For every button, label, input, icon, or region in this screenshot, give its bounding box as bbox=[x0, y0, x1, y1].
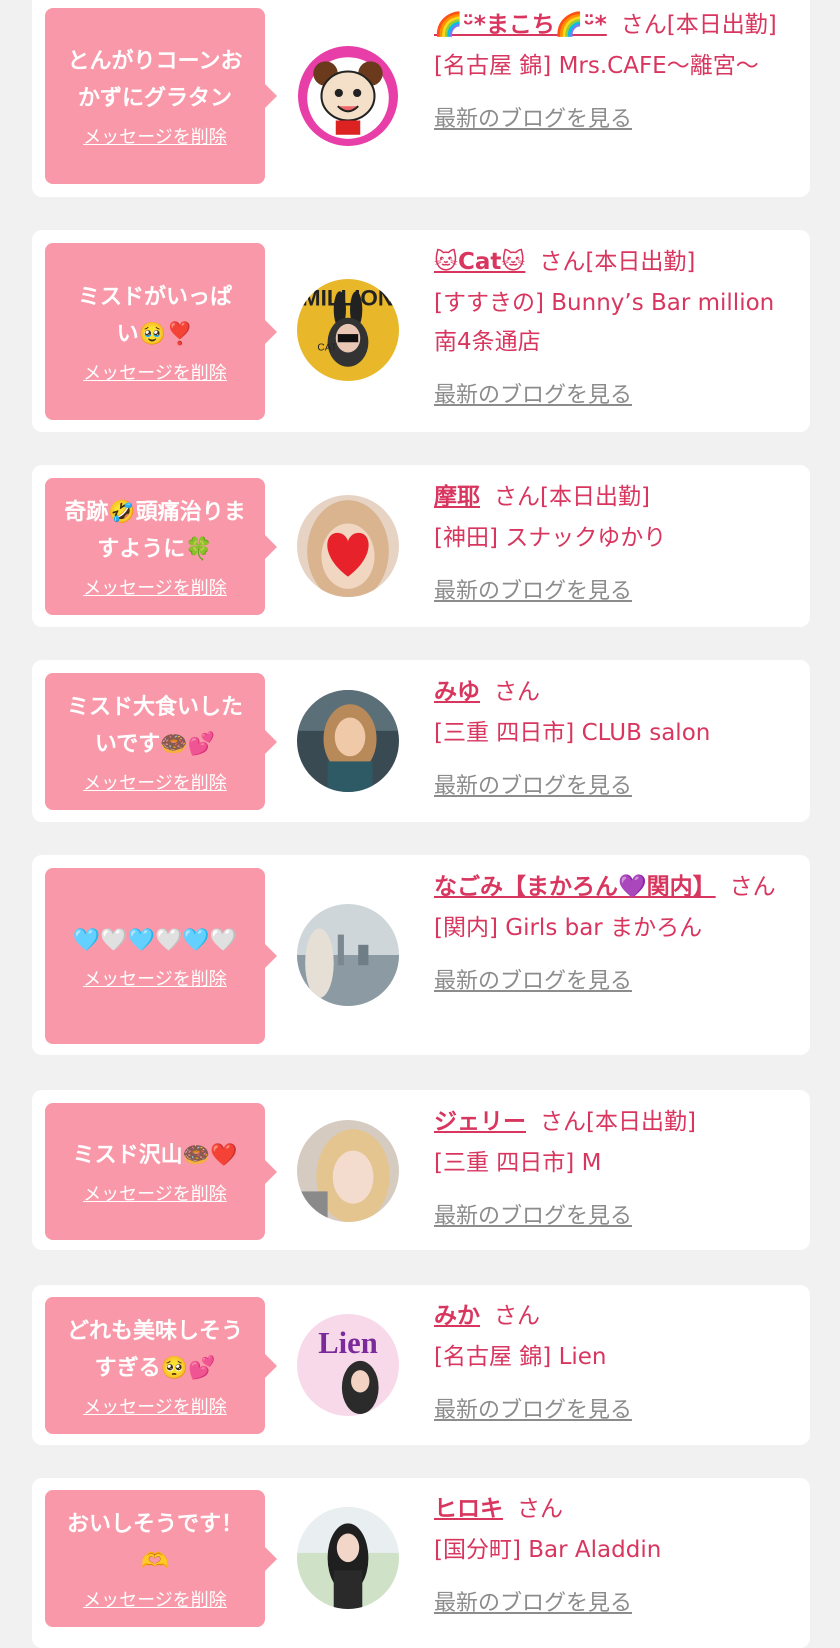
message-card: どれも美味しそうすぎる🥺💕 メッセージを削除 Lien みか さん [名古屋 錦]… bbox=[32, 1285, 810, 1445]
cast-name-link[interactable]: 🌈ᵕ̈*まこち🌈ᵕ̈* bbox=[434, 12, 607, 38]
shop-name: [国分町] Bar Aladdin bbox=[434, 1537, 662, 1563]
message-bubble: おいしそうです！🫶 メッセージを削除 bbox=[45, 1490, 277, 1627]
cast-name-link[interactable]: みゆ bbox=[434, 679, 480, 705]
cast-info: ヒロキ さん [国分町] Bar Aladdin 最新のブログを見る bbox=[434, 1490, 784, 1623]
message-card: ミスドがいっぱい🥹❣️ メッセージを削除 MILLION CAT 🐱Cat🐱 さん[… bbox=[32, 230, 810, 432]
cast-suffix: さん[本日出勤] bbox=[540, 1109, 696, 1135]
svg-text:CAT: CAT bbox=[317, 342, 337, 353]
delete-message-link[interactable]: メッセージを削除 bbox=[83, 769, 227, 795]
cast-name-link[interactable]: なごみ【まかろん💜関内】 bbox=[434, 874, 716, 900]
cast-name-link[interactable]: 摩耶 bbox=[434, 484, 480, 510]
cast-suffix: さん[本日出勤] bbox=[539, 249, 696, 275]
message-bubble: どれも美味しそうすぎる🥺💕 メッセージを削除 bbox=[45, 1297, 277, 1434]
bunny-magazine-avatar[interactable]: MILLION CAT bbox=[297, 279, 399, 381]
shop-name: [名古屋 錦] Mrs.CAFE〜離宮〜 bbox=[434, 53, 759, 79]
svg-text:Lien: Lien bbox=[318, 1326, 377, 1360]
city-view-avatar[interactable] bbox=[297, 904, 399, 1006]
latest-blog-link[interactable]: 最新のブログを見る bbox=[434, 100, 632, 139]
cast-info: 摩耶 さん[本日出勤] [神田] スナックゆかり 最新のブログを見る bbox=[434, 478, 784, 611]
delete-message-link[interactable]: メッセージを削除 bbox=[83, 965, 227, 991]
latest-blog-link[interactable]: 最新のブログを見る bbox=[434, 962, 632, 1001]
delete-message-link[interactable]: メッセージを削除 bbox=[83, 1180, 227, 1206]
shop-name: [三重 四日市] CLUB salon bbox=[434, 720, 711, 746]
cast-suffix: さん bbox=[494, 1303, 540, 1329]
message-text: 奇跡🤣頭痛治りますように🍀 bbox=[64, 499, 246, 562]
heart-face-avatar[interactable] bbox=[297, 495, 399, 597]
message-card: ミスド大食いしたいです🍩💕 メッセージを削除 みゆ さん [三重 四日市] CLU… bbox=[32, 660, 810, 822]
message-bubble: 奇跡🤣頭痛治りますように🍀 メッセージを削除 bbox=[45, 478, 277, 615]
cast-info: ジェリー さん[本日出勤] [三重 四日市] M 最新のブログを見る bbox=[434, 1103, 784, 1236]
message-text: どれも美味しそうすぎる🥺💕 bbox=[66, 1318, 243, 1381]
message-card: とんがりコーンおかずにグラタン メッセージを削除 🌈ᵕ̈*まこち🌈ᵕ̈* さん[本… bbox=[32, 0, 810, 197]
latest-blog-link[interactable]: 最新のブログを見る bbox=[434, 767, 632, 806]
message-card: ミスド沢山🍩❤️ メッセージを削除 ジェリー さん[本日出勤] [三重 四日市] … bbox=[32, 1090, 810, 1250]
message-card: 奇跡🤣頭痛治りますように🍀 メッセージを削除 摩耶 さん[本日出勤] [神田] ス… bbox=[32, 465, 810, 627]
cast-info: みか さん [名古屋 錦] Lien 最新のブログを見る bbox=[434, 1297, 784, 1430]
message-bubble: ミスド大食いしたいです🍩💕 メッセージを削除 bbox=[45, 673, 277, 810]
woman-outdoor-avatar[interactable] bbox=[297, 1507, 399, 1609]
cast-suffix: さん[本日出勤] bbox=[494, 484, 650, 510]
cast-suffix: さん bbox=[494, 679, 540, 705]
message-text: おいしそうです！🫶 bbox=[66, 1511, 243, 1574]
delete-message-link[interactable]: メッセージを削除 bbox=[83, 1586, 227, 1612]
cast-info: 🐱Cat🐱 さん[本日出勤] [すすきの] Bunny’s Bar million… bbox=[434, 243, 784, 415]
message-card: おいしそうです！🫶 メッセージを削除 ヒロキ さん [国分町] Bar Aladd… bbox=[32, 1478, 810, 1648]
message-card: 🩵🤍🩵🤍🩵🤍 メッセージを削除 なごみ【まかろん💜関内】 さん [関内] Girl… bbox=[32, 855, 810, 1055]
svg-text:MILLION: MILLION bbox=[302, 286, 394, 311]
delete-message-link[interactable]: メッセージを削除 bbox=[83, 359, 227, 385]
latest-blog-link[interactable]: 最新のブログを見る bbox=[434, 1391, 632, 1430]
cast-name-link[interactable]: ジェリー bbox=[434, 1109, 526, 1135]
shop-name: [関内] Girls bar まかろん bbox=[434, 915, 703, 941]
latest-blog-link[interactable]: 最新のブログを見る bbox=[434, 1584, 632, 1623]
shop-name: [神田] スナックゆかり bbox=[434, 525, 667, 551]
latest-blog-link[interactable]: 最新のブログを見る bbox=[434, 376, 632, 415]
cast-suffix: さん[本日出勤] bbox=[620, 12, 777, 38]
cast-name-link[interactable]: ヒロキ bbox=[434, 1496, 503, 1522]
cast-name-link[interactable]: みか bbox=[434, 1303, 480, 1329]
delete-message-link[interactable]: メッセージを削除 bbox=[83, 574, 227, 600]
delete-message-link[interactable]: メッセージを削除 bbox=[83, 1393, 227, 1419]
shop-name: [すすきの] Bunny’s Bar million 南4条通店 bbox=[434, 290, 775, 355]
message-text: ミスド大食いしたいです🍩💕 bbox=[66, 694, 243, 757]
cartoon-girl-avatar[interactable] bbox=[297, 45, 399, 147]
message-text: ミスドがいっぱい🥹❣️ bbox=[77, 284, 232, 347]
cast-suffix: さん bbox=[729, 874, 776, 900]
cast-info: 🌈ᵕ̈*まこち🌈ᵕ̈* さん[本日出勤] [名古屋 錦] Mrs.CAFE〜離宮〜… bbox=[434, 6, 784, 139]
cast-info: みゆ さん [三重 四日市] CLUB salon 最新のブログを見る bbox=[434, 673, 784, 806]
cast-info: なごみ【まかろん💜関内】 さん [関内] Girls bar まかろん 最新のブロ… bbox=[434, 868, 784, 1001]
latest-blog-link[interactable]: 最新のブログを見る bbox=[434, 1197, 632, 1236]
message-bubble: 🩵🤍🩵🤍🩵🤍 メッセージを削除 bbox=[45, 868, 277, 1044]
message-text: ミスド沢山🍩❤️ bbox=[72, 1143, 238, 1168]
message-bubble: ミスド沢山🍩❤️ メッセージを削除 bbox=[45, 1103, 277, 1240]
message-text: 🩵🤍🩵🤍🩵🤍 bbox=[72, 927, 238, 953]
message-bubble: とんがりコーンおかずにグラタン メッセージを削除 bbox=[45, 8, 277, 184]
message-bubble: ミスドがいっぱい🥹❣️ メッセージを削除 bbox=[45, 243, 277, 420]
message-text: とんがりコーンおかずにグラタン bbox=[67, 49, 243, 111]
shop-name: [名古屋 錦] Lien bbox=[434, 1344, 607, 1370]
latest-blog-link[interactable]: 最新のブログを見る bbox=[434, 572, 632, 611]
cast-name-link[interactable]: 🐱Cat🐱 bbox=[434, 249, 525, 275]
lien-logo-avatar[interactable]: Lien bbox=[297, 1314, 399, 1416]
shop-name: [三重 四日市] M bbox=[434, 1150, 602, 1176]
delete-message-link[interactable]: メッセージを削除 bbox=[83, 123, 227, 149]
woman-photo-avatar[interactable] bbox=[297, 690, 399, 792]
blonde-woman-avatar[interactable] bbox=[297, 1120, 399, 1222]
cast-suffix: さん bbox=[517, 1496, 563, 1522]
